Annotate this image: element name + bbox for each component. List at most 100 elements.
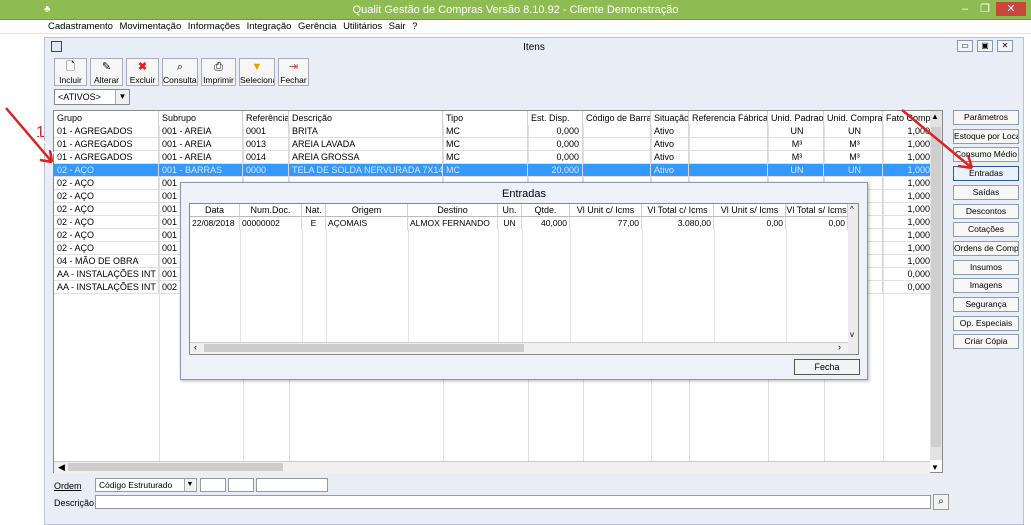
- side-button-consumo-medio[interactable]: Consumo Médio: [953, 147, 1019, 163]
- table-cell: 1,000: [883, 138, 934, 151]
- consultar-button[interactable]: ⌕ Consultar: [162, 58, 198, 86]
- ordem-field-2[interactable]: [228, 478, 254, 492]
- table-cell: 02 - AÇO: [54, 177, 159, 190]
- grid-col-header[interactable]: Código de Barra: [583, 111, 651, 125]
- table-cell: M³: [824, 138, 883, 151]
- menu-sair[interactable]: Sair: [389, 20, 406, 33]
- seleciona-button[interactable]: ▼ Seleciona: [239, 58, 275, 86]
- edit-icon: ✎: [101, 61, 112, 73]
- entradas-col-header[interactable]: Vl Unit s/ Icms: [714, 204, 786, 217]
- scroll-up-icon[interactable]: ^: [850, 205, 854, 214]
- side-button-estoque-por-local[interactable]: Estoque por Local: [953, 128, 1019, 144]
- table-cell: Ativo: [651, 125, 689, 138]
- table-cell: 1,000: [883, 190, 934, 203]
- fecha-button[interactable]: Fecha: [794, 359, 860, 375]
- entradas-col-header[interactable]: Origem: [326, 204, 408, 217]
- table-cell: 22/08/2018: [190, 217, 240, 230]
- scroll-left-icon[interactable]: ‹: [194, 342, 197, 352]
- table-cell: M³: [768, 151, 824, 164]
- close-icon[interactable]: ✕: [996, 2, 1026, 16]
- grid-col-header[interactable]: Unid. Compra: [824, 111, 883, 125]
- entradas-col-header[interactable]: Destino: [408, 204, 498, 217]
- scroll-down-icon[interactable]: ▼: [931, 463, 939, 472]
- table-cell: 02 - AÇO: [54, 164, 159, 177]
- table-cell: M³: [768, 138, 824, 151]
- dialog-horizontal-scroll-thumb[interactable]: [204, 344, 524, 352]
- scroll-left-icon[interactable]: ◀: [58, 462, 65, 473]
- menu-help[interactable]: ?: [412, 20, 417, 33]
- table-row[interactable]: 02 - AÇO 001 - BARRAS 0000 TELA DE SOLDA NE…: [54, 164, 934, 177]
- entradas-column-line: [570, 230, 571, 342]
- excluir-button[interactable]: ✖ Excluir: [126, 58, 159, 86]
- chevron-down-icon[interactable]: ▼: [184, 479, 195, 491]
- side-button-criar-copia[interactable]: Criar Cópia: [953, 334, 1019, 350]
- grid-col-header[interactable]: Fato Compra: [883, 111, 934, 125]
- side-button-parametros[interactable]: Parâmetros: [953, 110, 1019, 125]
- table-cell: Ativo: [651, 138, 689, 151]
- table-cell: 0,00: [714, 217, 786, 230]
- ordem-field-3[interactable]: [256, 478, 328, 492]
- restore-icon[interactable]: ❐: [978, 2, 992, 16]
- entradas-column-line: [522, 230, 523, 342]
- imprimir-button[interactable]: ⎙ Imprimir: [201, 58, 236, 86]
- menu-utilitarios[interactable]: Utilitários: [343, 20, 382, 33]
- side-button-seguranca[interactable]: Segurança: [953, 297, 1019, 312]
- entradas-col-header[interactable]: Data: [190, 204, 240, 217]
- chevron-down-icon[interactable]: ▼: [115, 90, 129, 104]
- grid-col-header[interactable]: Grupo: [54, 111, 159, 125]
- grid-col-header[interactable]: Tipo: [443, 111, 528, 125]
- menu-movimentacao[interactable]: Movimentação: [119, 20, 181, 33]
- scroll-right-icon[interactable]: ›: [838, 342, 841, 352]
- window-restore-icon[interactable]: ▣: [977, 40, 993, 52]
- scroll-down-icon[interactable]: v: [850, 330, 854, 339]
- window-close-icon[interactable]: ✕: [997, 40, 1013, 52]
- fechar-button[interactable]: ⇥ Fechar: [278, 58, 309, 86]
- grid-col-header[interactable]: Unid. Padrao: [768, 111, 824, 125]
- entradas-col-header[interactable]: Qtde.: [522, 204, 570, 217]
- table-cell: 20,000: [528, 164, 583, 177]
- table-cell: M³: [824, 151, 883, 164]
- entradas-col-header[interactable]: Nat.: [302, 204, 326, 217]
- side-button-ordens-de-compra[interactable]: Ordens de Compra: [953, 240, 1019, 256]
- alterar-button[interactable]: ✎ Alterar: [90, 58, 123, 86]
- table-cell: MC: [443, 138, 528, 151]
- entradas-col-header[interactable]: Vl Total s/ Icms: [786, 204, 848, 217]
- scroll-up-icon[interactable]: ▲: [931, 112, 939, 121]
- entradas-col-header[interactable]: Num.Doc.: [240, 204, 302, 217]
- table-cell: 02 - AÇO: [54, 242, 159, 255]
- entradas-col-header[interactable]: Vl Unit c/ Icms: [570, 204, 642, 217]
- side-button-cotacoes[interactable]: Cotações: [953, 222, 1019, 238]
- table-row[interactable]: 01 - AGREGADOS 001 - AREIA 0001 BRITA MC 0,00…: [54, 125, 934, 138]
- side-button-saidas[interactable]: Saídas: [953, 184, 1019, 200]
- grid-col-header[interactable]: Referência: [243, 111, 289, 125]
- side-button-insumos[interactable]: Insumos: [953, 259, 1019, 275]
- entradas-col-header[interactable]: Vl Total c/ Icms: [642, 204, 714, 217]
- incluir-button[interactable]: 🗋 Incluir: [54, 58, 87, 86]
- window-minimize-icon[interactable]: ▭: [957, 40, 973, 52]
- grid-vertical-scroll-thumb[interactable]: [931, 127, 941, 447]
- grid-col-header[interactable]: Est. Disp.: [528, 111, 583, 125]
- grid-col-header[interactable]: Descrição: [289, 111, 443, 125]
- descricao-input[interactable]: [95, 495, 931, 509]
- menu-gerencia[interactable]: Gerência: [298, 20, 337, 33]
- table-row[interactable]: 01 - AGREGADOS 001 - AREIA 0013 AREIA LAVAD…: [54, 138, 934, 151]
- grid-col-header[interactable]: Situação: [651, 111, 689, 125]
- entradas-col-header[interactable]: Un.: [498, 204, 522, 217]
- ordem-field-1[interactable]: [200, 478, 226, 492]
- side-button-descontos[interactable]: Descontos: [953, 203, 1019, 219]
- search-icon[interactable]: ⌕: [933, 494, 949, 510]
- status-filter-select[interactable]: <ATIVOS> ▼: [54, 89, 130, 105]
- ordem-select[interactable]: Código Estruturado ▼: [95, 478, 197, 492]
- table-row[interactable]: 01 - AGREGADOS 001 - AREIA 0014 AREIA GROSS…: [54, 151, 934, 164]
- grid-horizontal-scroll-thumb[interactable]: [68, 463, 283, 471]
- grid-col-header[interactable]: Subrupo: [159, 111, 243, 125]
- side-button-entradas[interactable]: Entradas: [953, 166, 1019, 182]
- side-button-op-especiais[interactable]: Op. Especiais: [953, 315, 1019, 331]
- grid-col-header[interactable]: Referencia Fábrica: [689, 111, 768, 125]
- menu-integracao[interactable]: Integração: [247, 20, 292, 33]
- menu-cadastramento[interactable]: Cadastramento: [48, 20, 113, 33]
- side-button-imagens[interactable]: Imagens: [953, 278, 1019, 294]
- menu-informacoes[interactable]: Informações: [188, 20, 240, 33]
- table-cell: 02 - AÇO: [54, 190, 159, 203]
- minimize-icon[interactable]: –: [958, 2, 972, 16]
